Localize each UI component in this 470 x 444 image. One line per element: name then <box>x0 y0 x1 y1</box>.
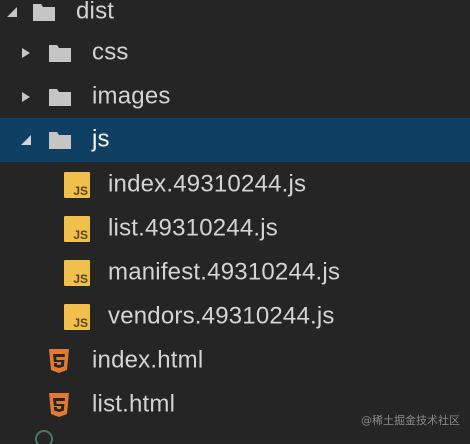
tree-item-js-file[interactable]: JS vendors.49310244.js <box>0 295 470 339</box>
tree-item-label: js <box>92 125 110 153</box>
chevron-down-icon[interactable] <box>4 4 20 20</box>
chevron-down-icon[interactable] <box>18 132 34 148</box>
folder-icon <box>32 2 56 22</box>
html5-file-icon <box>48 348 70 374</box>
tree-item-label: index.html <box>92 346 204 374</box>
chevron-right-icon[interactable] <box>18 89 34 105</box>
tree-item-label: images <box>92 82 171 110</box>
tree-item-js-folder[interactable]: js <box>0 118 470 162</box>
tree-item-images-folder[interactable]: images <box>0 75 470 119</box>
watermark: @稀土掘金技术社区 <box>361 414 460 427</box>
folder-icon <box>48 130 72 150</box>
tree-item-label: dist <box>76 0 115 25</box>
tree-item-js-file[interactable]: JS index.49310244.js <box>0 163 470 207</box>
file-icon <box>32 427 56 444</box>
tree-item-label: css <box>92 38 129 66</box>
file-explorer-tree: dist css images js JS index.49310244.js … <box>0 0 470 444</box>
tree-item-label: vendors.49310244.js <box>108 302 335 330</box>
html5-file-icon <box>48 392 70 418</box>
js-file-icon: JS <box>64 260 90 286</box>
folder-icon <box>48 87 72 107</box>
chevron-right-icon[interactable] <box>18 45 34 61</box>
tree-item-css-folder[interactable]: css <box>0 31 470 75</box>
tree-item-partial <box>0 427 470 444</box>
js-file-icon: JS <box>64 304 90 330</box>
js-file-icon: JS <box>64 216 90 242</box>
folder-icon <box>48 43 72 63</box>
js-file-icon: JS <box>64 172 90 198</box>
tree-item-js-file[interactable]: JS list.49310244.js <box>0 207 470 251</box>
tree-item-label: list.49310244.js <box>108 214 278 242</box>
tree-item-label: index.49310244.js <box>108 170 307 198</box>
tree-item-dist-folder[interactable]: dist <box>0 0 470 34</box>
tree-item-html-file[interactable]: index.html <box>0 339 470 383</box>
tree-item-label: manifest.49310244.js <box>108 258 341 286</box>
tree-item-js-file[interactable]: JS manifest.49310244.js <box>0 251 470 295</box>
tree-item-label: list.html <box>92 390 176 418</box>
